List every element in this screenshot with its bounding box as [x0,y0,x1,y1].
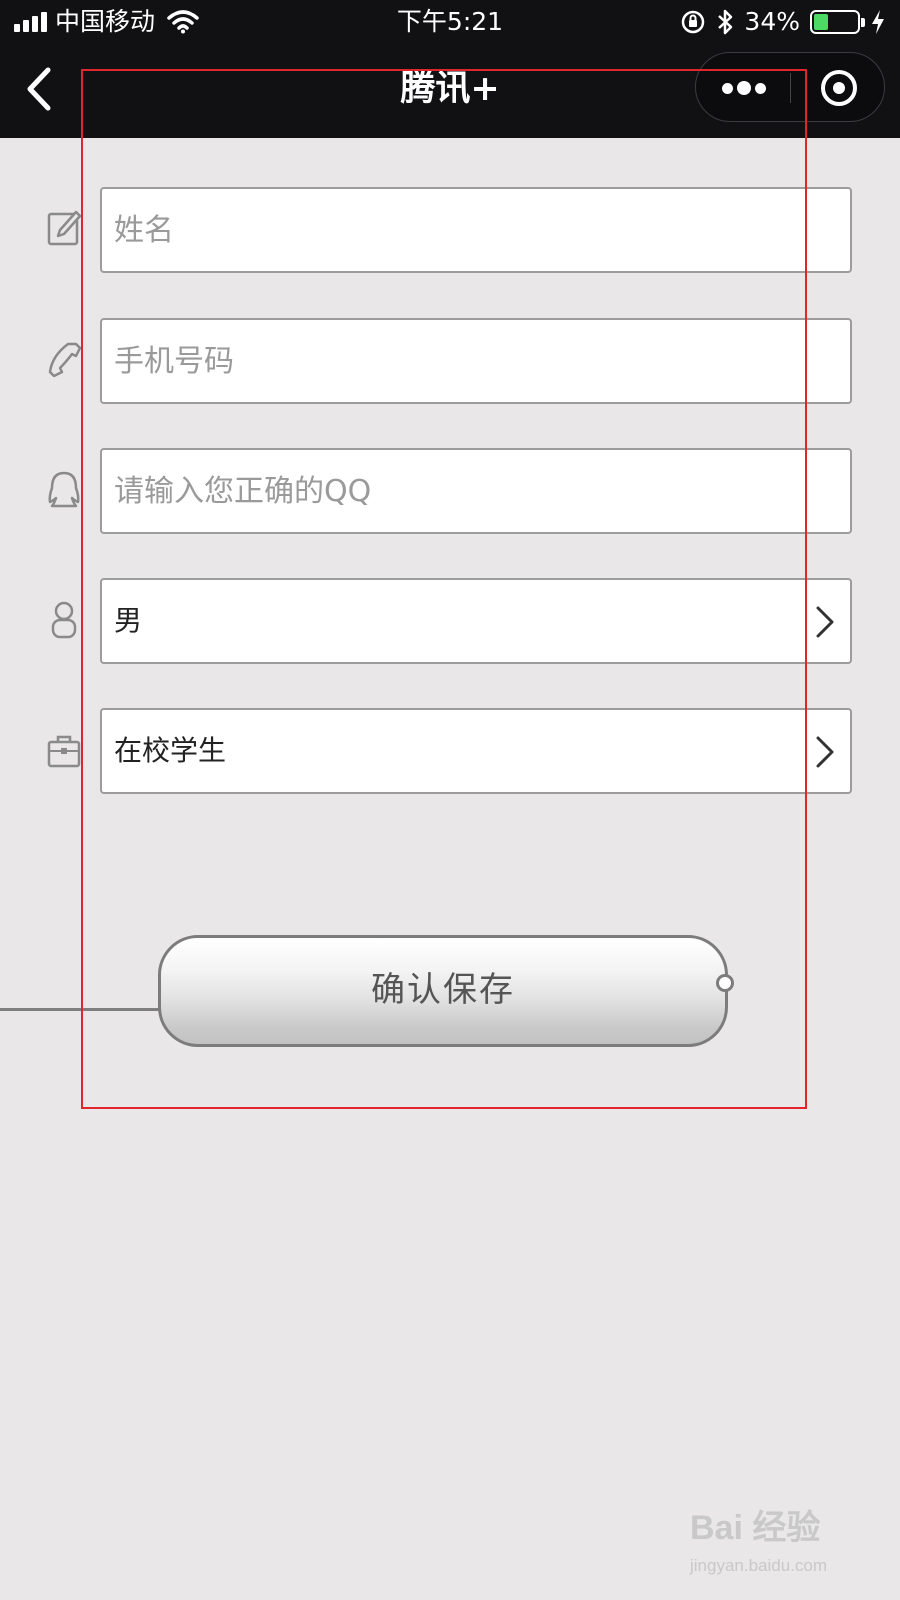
person-icon [51,601,77,639]
chevron-right-icon [816,606,834,638]
baidu-jingyan-watermark: Bai 经验 jingyan.baidu.com [690,1500,890,1590]
status-bar: 中国移动 下午5:21 34% [0,0,900,44]
watermark-url: jingyan.baidu.com [690,1556,828,1575]
briefcase-icon [47,735,81,768]
battery-fill [814,14,829,30]
bluetooth-icon [718,9,733,35]
charging-bolt-icon [872,10,884,34]
battery-percent: 34% [744,7,800,36]
target-close-icon[interactable] [819,68,859,108]
watermark-brand: Bai 经验 [690,1509,821,1547]
status-right: 34% [680,6,886,38]
phone-icon [48,342,82,378]
chevron-right-icon [816,736,834,768]
annotation-highlight-frame [81,69,807,1109]
rotation-lock-icon [682,10,705,34]
edit-icon [47,210,82,246]
battery-icon [810,10,865,34]
qq-penguin-icon [48,471,80,508]
